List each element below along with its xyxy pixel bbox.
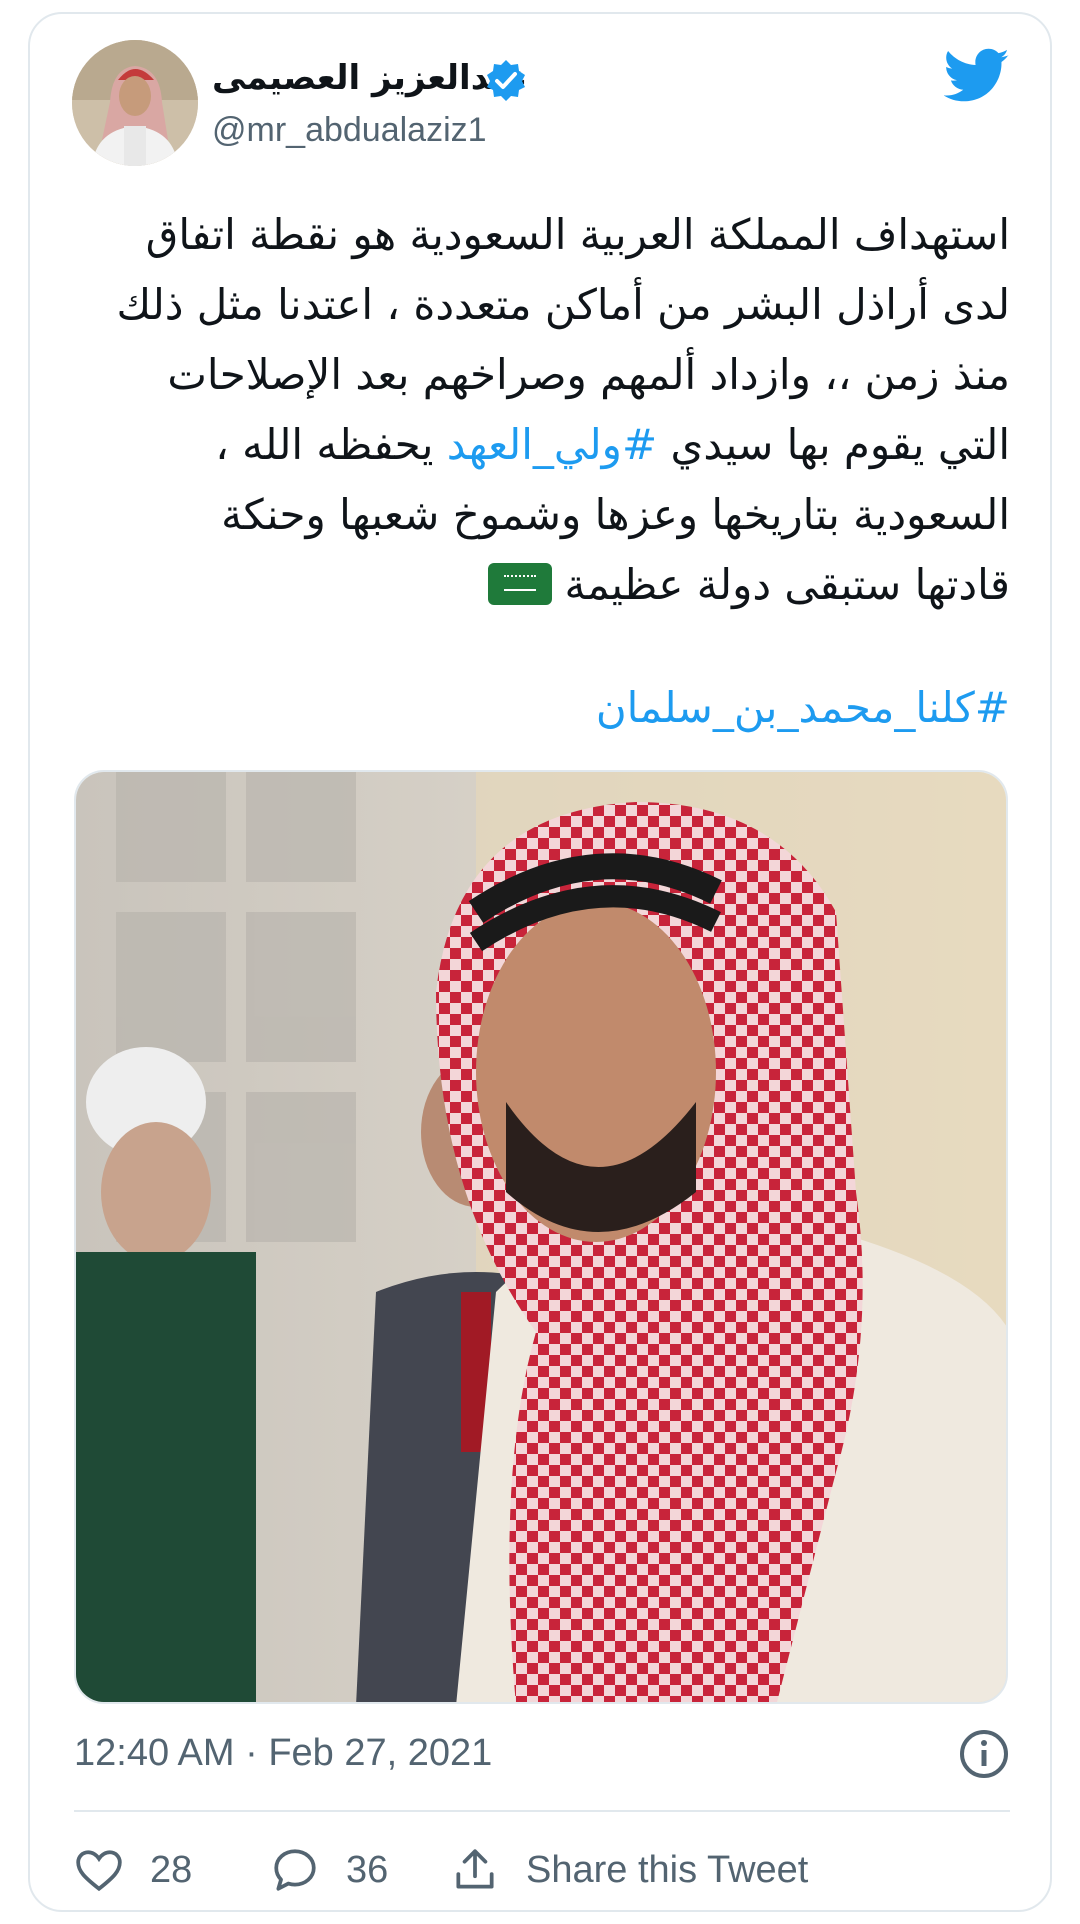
tweet-text-segment: قادتها ستبقى دولة عظيمة <box>564 560 1010 609</box>
tweet-line: التي يقوم بها سيدي #ولي_العهد يحفظه الله… <box>70 410 1010 480</box>
tweet-actions-bar: 28 36 Share this Tweet <box>74 1842 1010 1898</box>
heart-icon <box>76 1850 122 1892</box>
tweet-timestamp[interactable]: 12:40 AM · Feb 27, 2021 <box>74 1728 492 1778</box>
tweet-line: استهداف المملكة العربية السعودية هو نقطة… <box>145 210 1010 259</box>
tweet-line: منذ زمن ،، وازداد ألمهم وصراخهم بعد الإص… <box>167 350 1010 399</box>
avatar[interactable] <box>72 40 198 166</box>
share-button[interactable]: Share this Tweet <box>450 1842 808 1898</box>
avatar-image <box>72 40 198 166</box>
tweet-text: استهداف المملكة العربية السعودية هو نقطة… <box>70 200 1010 620</box>
twitter-bird-icon[interactable] <box>944 48 1010 104</box>
divider <box>74 1810 1010 1812</box>
verified-badge-icon <box>487 60 525 101</box>
reply-button[interactable]: 36 <box>270 1842 388 1898</box>
hashtag-link[interactable]: #كلنا_محمد_بن_سلمان <box>70 676 1010 740</box>
speech-bubble-icon <box>274 1849 316 1891</box>
info-icon[interactable] <box>958 1728 1010 1780</box>
tweet-line: قادتها ستبقى دولة عظيمة <box>70 550 1010 620</box>
display-name[interactable]: عبدالعزيز العصيمى <box>212 56 527 100</box>
tweet-text-segment: التي يقوم بها سيدي <box>657 420 1010 469</box>
photo-image <box>76 772 1006 1702</box>
reply-count: 36 <box>346 1848 389 1891</box>
tweet-media-photo[interactable] <box>74 770 1008 1704</box>
share-label: Share this Tweet <box>526 1848 809 1891</box>
tweet-text-segment: يحفظه الله ، <box>215 420 447 469</box>
tweet-line: لدى أراذل البشر من أماكن متعددة ، اعتدنا… <box>116 280 1010 329</box>
hashtag-link-crown-prince[interactable]: #ولي_العهد <box>447 420 657 469</box>
tweet-line: السعودية بتاريخها وعزها وشموخ شعبها وحنك… <box>221 490 1010 539</box>
saudi-flag-emoji <box>488 563 553 605</box>
share-upload-icon <box>456 1849 494 1889</box>
like-button[interactable]: 28 <box>74 1842 192 1898</box>
like-count: 28 <box>150 1848 193 1891</box>
user-handle[interactable]: @mr_abdualaziz1 <box>212 108 487 152</box>
